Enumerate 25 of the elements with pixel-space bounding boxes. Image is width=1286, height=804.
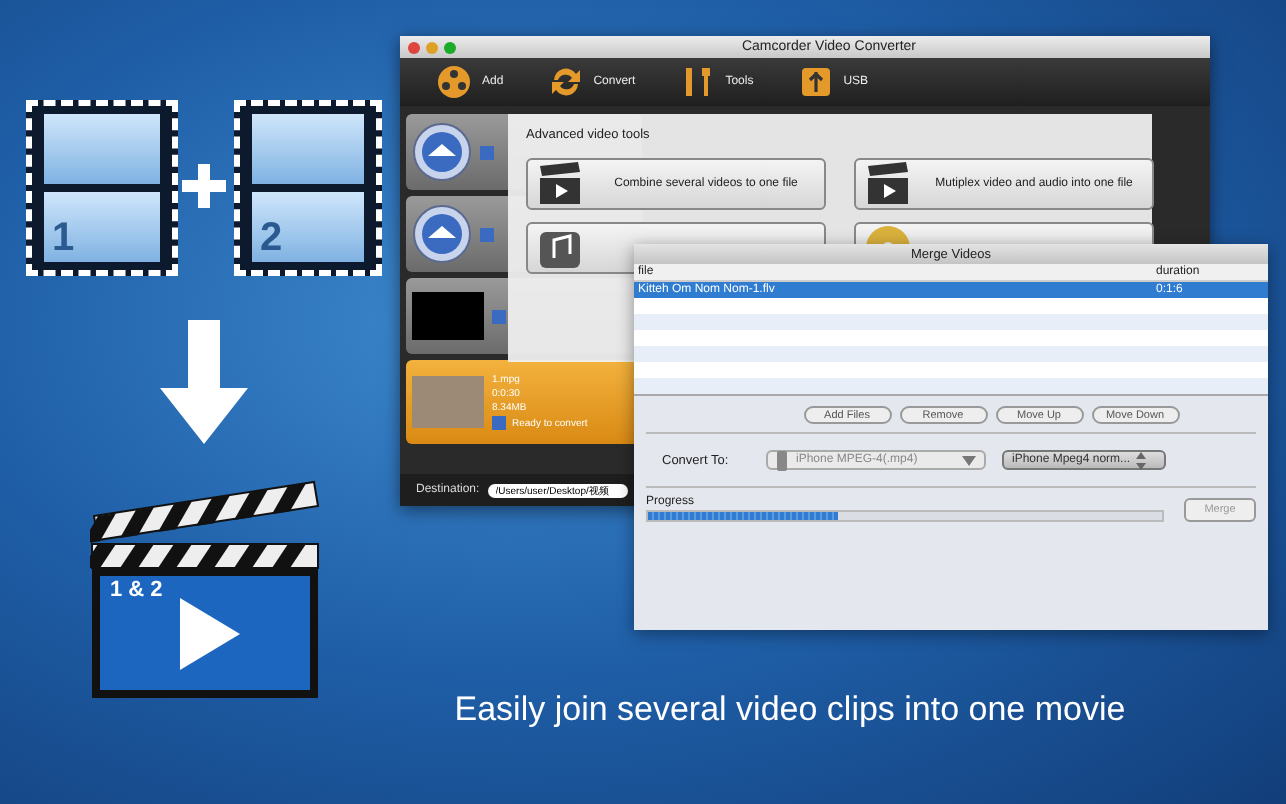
checkbox[interactable]: [480, 227, 494, 241]
clapper-label: 1 & 2: [110, 578, 163, 604]
close-button[interactable]: [408, 41, 420, 53]
checkbox[interactable]: [492, 309, 506, 323]
zoom-button[interactable]: [444, 41, 456, 53]
usb-icon: [797, 64, 834, 100]
caption-text: Easily join several video clips into one movie: [452, 688, 1128, 732]
minimize-button[interactable]: [426, 41, 438, 53]
video-thumbnail: [412, 292, 484, 340]
caret-icon: [962, 455, 976, 465]
photo-placeholder: [412, 376, 484, 428]
plus-icon: [182, 164, 226, 208]
checkbox[interactable]: [492, 416, 506, 430]
checkbox[interactable]: [480, 145, 494, 159]
down-arrow-icon: [160, 320, 248, 444]
convert-icon: [547, 64, 584, 100]
phone-icon: [776, 449, 788, 471]
stepper-icon: [1136, 451, 1147, 469]
clapperboard-icon: [536, 160, 584, 208]
disc-icon: [412, 122, 472, 182]
frame-number: 2: [260, 218, 283, 258]
reel-icon: [436, 64, 472, 100]
clapperboard-icon: [864, 160, 912, 208]
disc-icon: [412, 204, 472, 264]
frame-number: 1: [52, 218, 75, 258]
